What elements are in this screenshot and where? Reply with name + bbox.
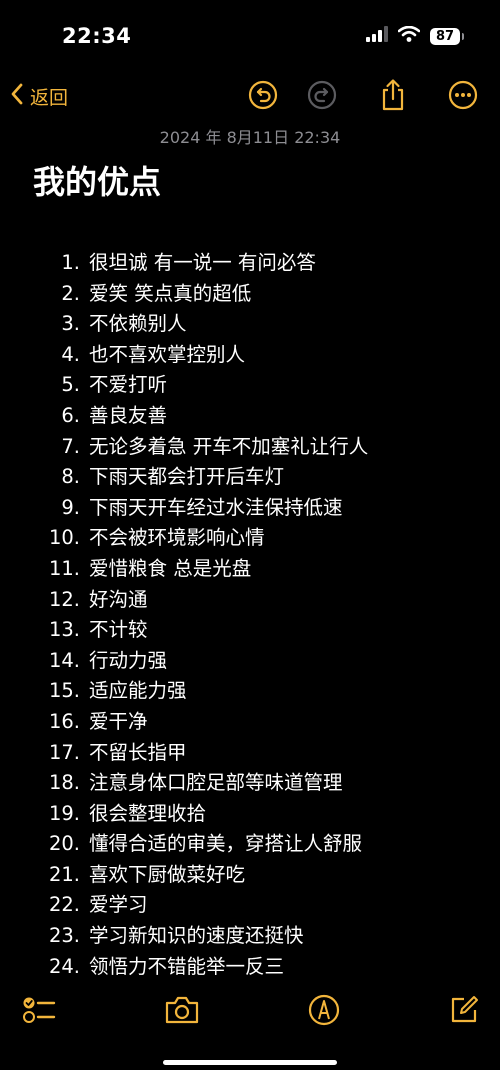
item-number: 14.: [48, 648, 80, 672]
item-number: 8.: [61, 465, 80, 489]
share-button[interactable]: [376, 78, 410, 116]
nav-bar: 返回: [0, 78, 500, 118]
item-number: 7.: [61, 434, 80, 458]
item-number: 1.: [61, 251, 80, 274]
battery-icon: 87: [430, 27, 464, 45]
item-text: 很会整理收拾: [89, 801, 207, 825]
back-button[interactable]: 返回: [10, 82, 68, 111]
bottom-toolbar: [0, 980, 500, 1070]
item-text: 爱惜粮食 总是光盘: [89, 556, 252, 580]
item-text: 爱学习: [89, 893, 148, 917]
redo-button[interactable]: [305, 80, 339, 114]
item-number: 15.: [48, 679, 80, 703]
wifi-icon: [397, 25, 421, 46]
item-text: 不计较: [89, 618, 148, 642]
item-number: 2.: [61, 281, 80, 305]
more-button[interactable]: [446, 80, 480, 114]
item-text: 懂得合适的审美，穿搭让人舒服: [89, 832, 363, 856]
item-text: 学习新知识的速度还挺快: [89, 924, 304, 948]
item-text: 不留长指甲: [89, 740, 187, 764]
more-icon: [447, 79, 479, 115]
compose-button[interactable]: [446, 994, 482, 1030]
item-text: 无论多着急 开车不加塞礼让行人: [89, 434, 369, 458]
chevron-left-icon: [10, 82, 24, 111]
item-text: 爱干净: [89, 709, 148, 733]
battery-level: 87: [435, 28, 455, 44]
item-text: 很坦诚 有一说一 有问必答: [89, 251, 316, 274]
item-number: 12.: [48, 587, 80, 611]
note-date: 2024 年 8月11日 22:34: [159, 128, 341, 147]
item-number: 9.: [61, 495, 80, 519]
item-number: 4.: [61, 342, 80, 366]
item-text: 行动力强: [89, 648, 168, 672]
item-number: 24.: [48, 954, 80, 978]
item-number: 19.: [48, 801, 80, 825]
redo-icon: [306, 79, 338, 115]
signal-icon: [366, 26, 388, 46]
status-bar: 22:34 87: [0, 0, 500, 70]
item-text: 喜欢下厨做菜好吃: [89, 862, 246, 886]
item-text: 不爱打听: [89, 373, 168, 397]
item-number: 16.: [48, 709, 80, 733]
status-time: 22:34: [62, 24, 132, 48]
item-text: 善良友善: [89, 403, 168, 427]
item-text: 不会被环境影响心情: [89, 526, 265, 550]
item-number: 22.: [48, 893, 80, 917]
item-number: 21.: [48, 862, 80, 886]
status-icons: 87: [366, 25, 464, 46]
markup-pen-icon: [307, 993, 341, 1031]
share-icon: [378, 78, 408, 116]
home-indicator[interactable]: [163, 1060, 337, 1065]
compose-icon: [448, 994, 480, 1030]
item-number: 20.: [48, 832, 80, 856]
undo-icon: [247, 79, 279, 115]
item-number: 6.: [61, 403, 80, 427]
note-title[interactable]: 我的优点: [33, 157, 161, 203]
back-label: 返回: [30, 87, 69, 109]
item-number: 18.: [48, 771, 80, 795]
item-text: 下雨天开车经过水洼保持低速: [89, 495, 343, 519]
item-number: 11.: [48, 556, 80, 580]
item-text: 下雨天都会打开后车灯: [89, 465, 285, 489]
item-number: 10.: [48, 526, 80, 550]
item-text: 注意身体口腔足部等味道管理: [89, 771, 343, 795]
item-text: 领悟力不错能举一反三: [89, 954, 285, 978]
item-text: 好沟通: [89, 587, 148, 611]
item-number: 23.: [48, 924, 80, 948]
markup-button[interactable]: [306, 994, 342, 1030]
undo-button[interactable]: [246, 80, 280, 114]
item-text: 爱笑 笑点真的超低: [89, 281, 252, 305]
camera-icon: [164, 995, 200, 1029]
item-number: 3.: [61, 312, 80, 336]
checklist-icon: [22, 994, 56, 1030]
checklist-button[interactable]: [21, 994, 57, 1030]
item-text: 不依赖别人: [89, 312, 187, 336]
item-number: 5.: [61, 373, 80, 397]
item-number: 13.: [48, 618, 80, 642]
item-text: 也不喜欢掌控别人: [89, 342, 246, 366]
item-number: 17.: [48, 740, 80, 764]
item-text: 适应能力强: [89, 679, 187, 703]
camera-button[interactable]: [164, 994, 200, 1030]
